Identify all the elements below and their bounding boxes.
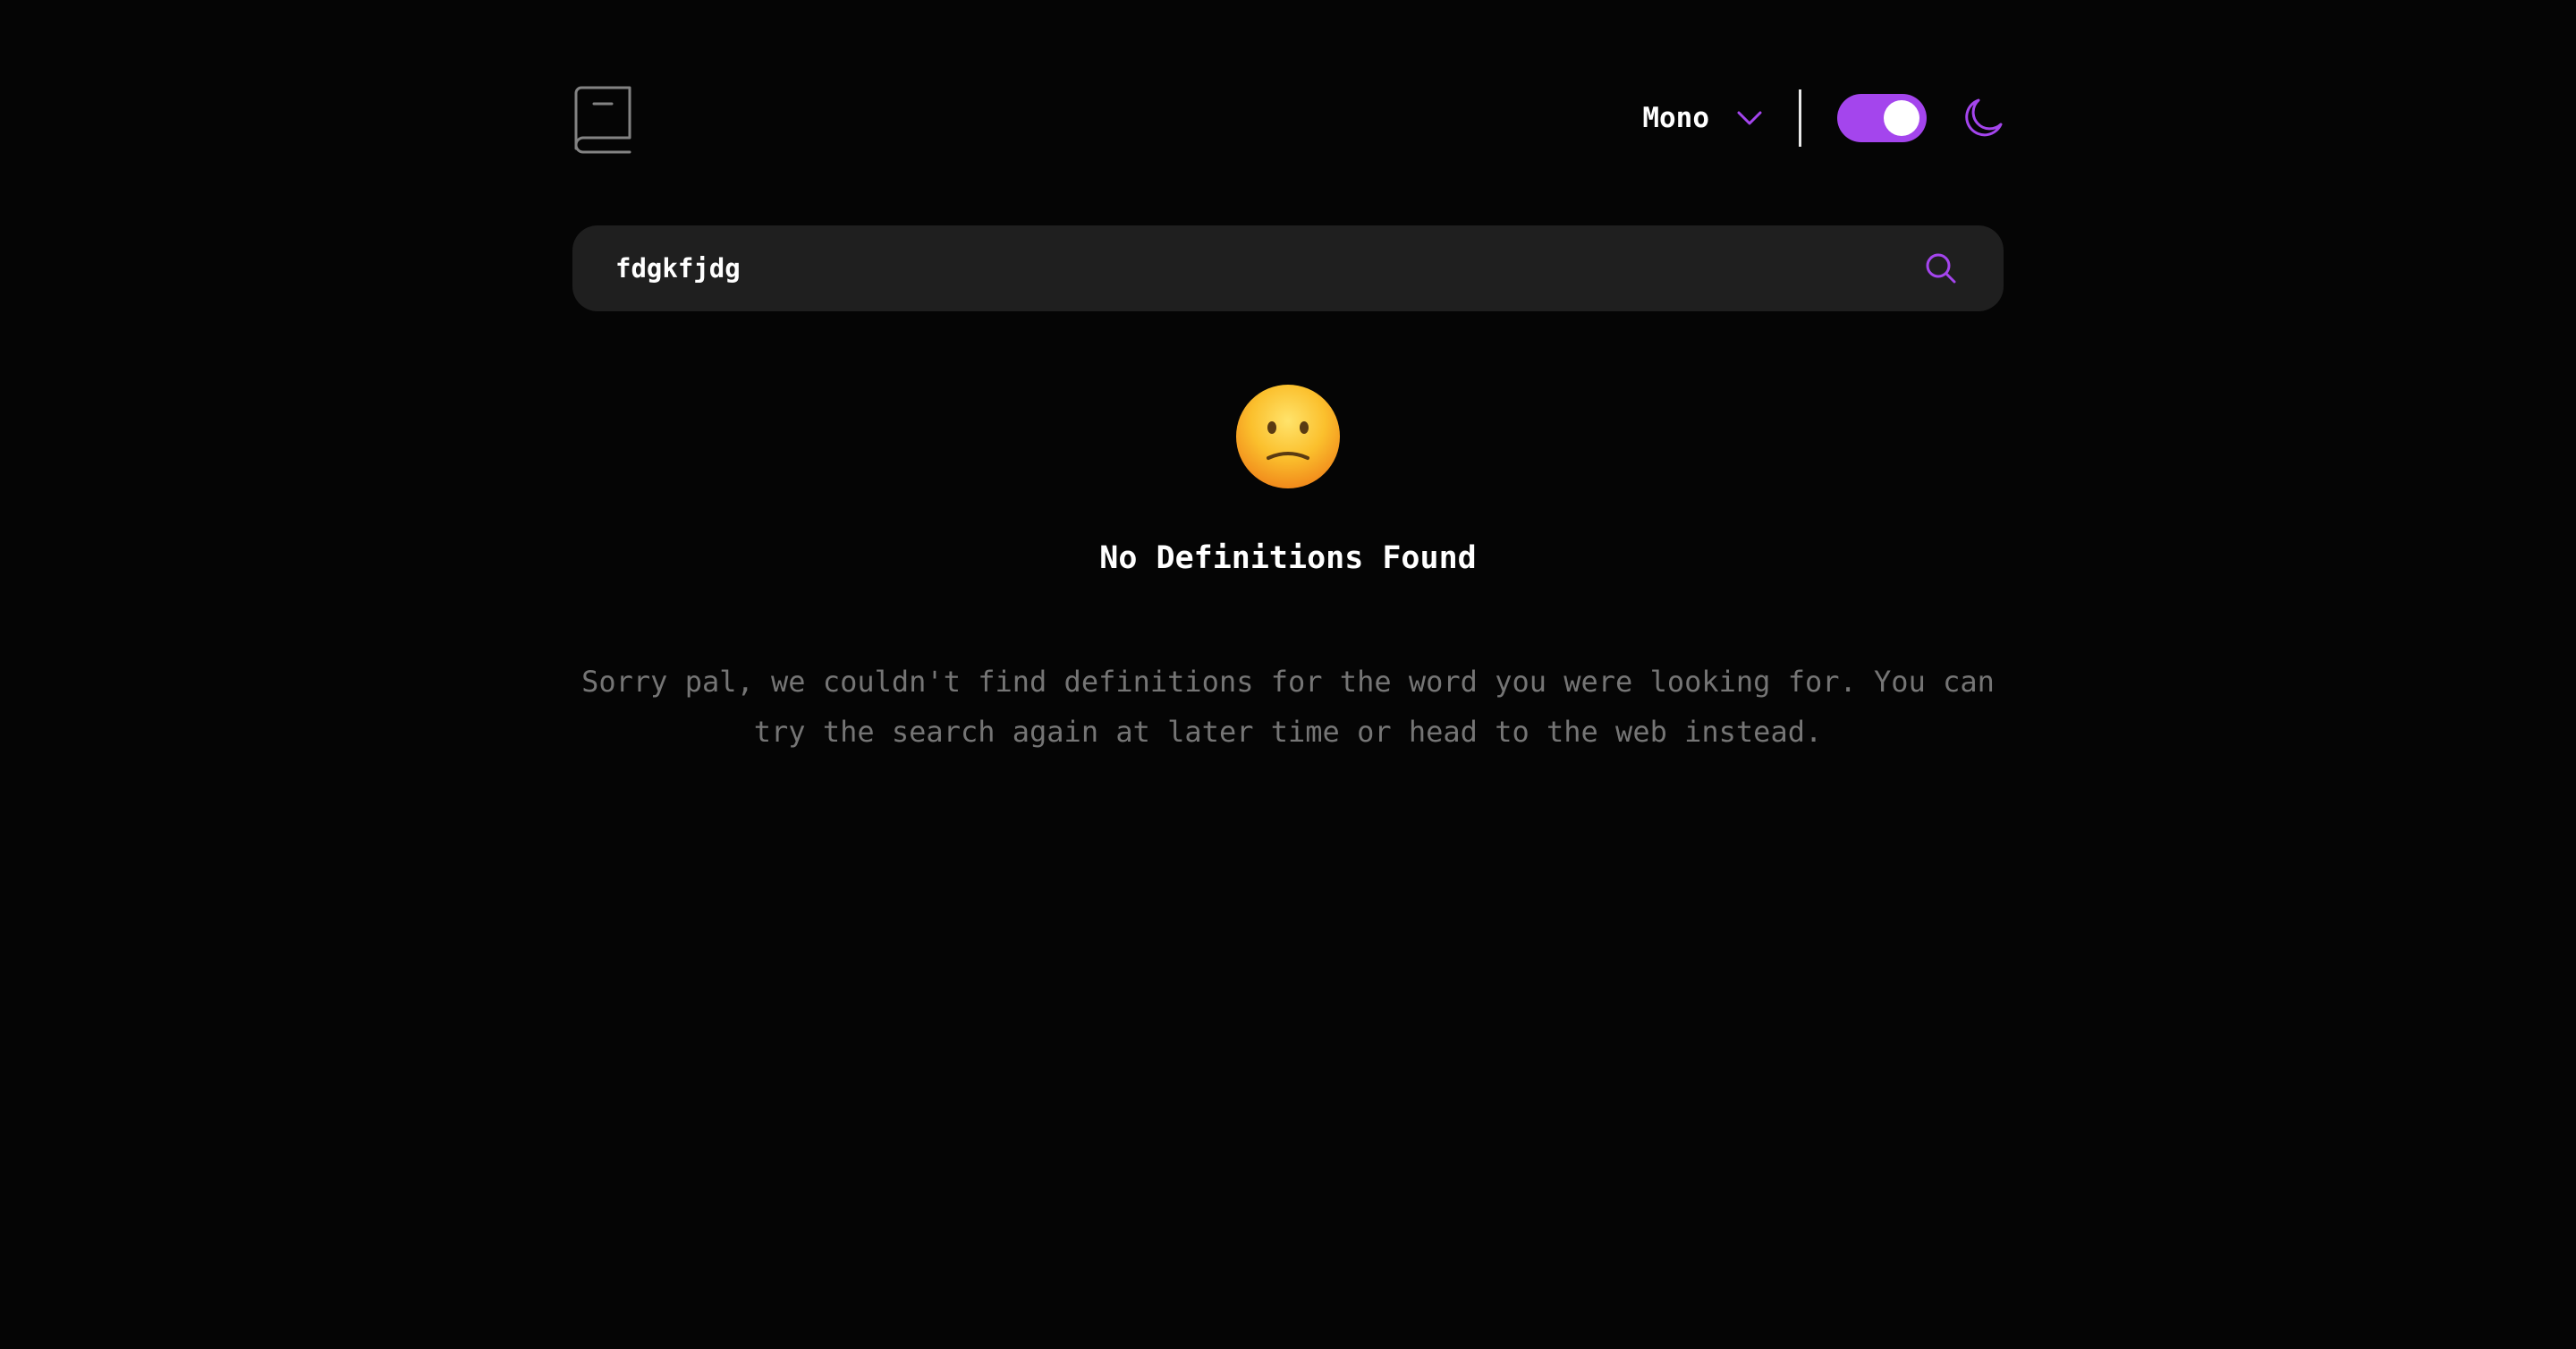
- empty-state-title: No Definitions Found: [1099, 540, 1477, 576]
- toggle-knob: [1884, 100, 1919, 136]
- search-icon[interactable]: [1925, 252, 1957, 284]
- search-bar: [572, 225, 2004, 311]
- confused-face-icon: [1236, 385, 1340, 488]
- moon-icon[interactable]: [1962, 98, 2004, 139]
- header-divider: [1799, 89, 1801, 147]
- book-icon[interactable]: [572, 86, 633, 154]
- page: Mono fdgkfjdg No Definitions Found Sorry…: [0, 0, 2576, 1349]
- theme-toggle[interactable]: [1837, 94, 1927, 142]
- chevron-down-icon[interactable]: [1736, 110, 1763, 126]
- header-controls: Mono: [1642, 89, 2004, 147]
- empty-state-message: Sorry pal, we couldn't find definitions …: [581, 665, 1995, 749]
- font-selector[interactable]: Mono: [1642, 89, 1763, 147]
- search-input[interactable]: [615, 225, 1903, 311]
- font-selector-label: Mono: [1642, 102, 1709, 134]
- header: Mono: [572, 82, 2004, 154]
